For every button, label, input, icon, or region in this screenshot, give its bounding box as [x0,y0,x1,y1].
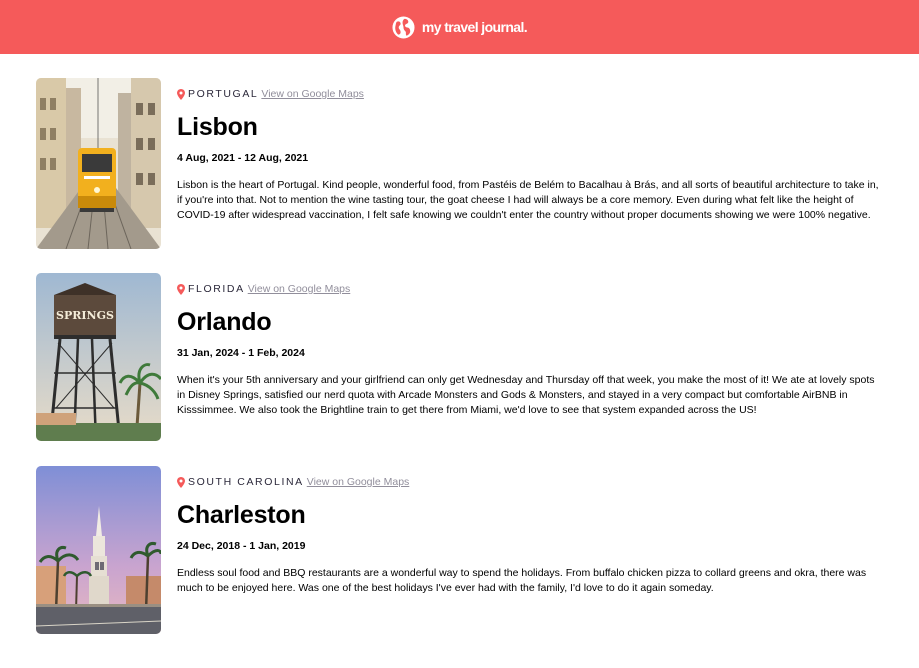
entry-description: When it's your 5th anniversary and your … [177,374,875,416]
trip-dates: 31 Jan, 2024 - 1 Feb, 2024 [177,347,305,359]
place-title: Lisbon [177,113,258,141]
brand: my travel journal. [392,15,528,39]
trip-dates: 4 Aug, 2021 - 12 Aug, 2021 [177,152,309,164]
country-label: SOUTH CAROLINA [188,476,304,488]
entry-info: FLORIDA View on Google Maps Orlando 31 J… [161,273,881,441]
entry-photo-orlando: SPRINGS [36,273,161,441]
journal-entry-orlando: SPRINGS FLORIDA View on Google Maps Orla… [36,273,919,441]
location-line: SOUTH CAROLINA View on Google Maps [177,474,881,490]
tower-sign: SPRINGS [56,309,114,322]
google-maps-link[interactable]: View on Google Maps [261,88,364,100]
location-pin-icon [177,283,185,295]
entry-info: SOUTH CAROLINA View on Google Maps Charl… [161,466,881,634]
journal-entry-charleston: SOUTH CAROLINA View on Google Maps Charl… [36,466,919,634]
google-maps-link[interactable]: View on Google Maps [248,283,351,295]
country-label: FLORIDA [188,283,245,295]
steeple-photo [36,466,161,634]
location-pin-icon [177,88,185,100]
trip-dates: 24 Dec, 2018 - 1 Jan, 2019 [177,540,306,552]
place-title: Charleston [177,501,306,529]
country-label: PORTUGAL [188,88,259,100]
google-maps-link[interactable]: View on Google Maps [307,476,410,488]
water-tower-photo: SPRINGS [36,273,161,441]
brand-title: my travel journal. [421,19,528,35]
app-header: my travel journal. [0,0,919,54]
entry-info: PORTUGAL View on Google Maps Lisbon 4 Au… [161,78,881,249]
entry-description: Lisbon is the heart of Portugal. Kind pe… [177,179,879,221]
tram-photo [36,78,161,249]
entry-description: Endless soul food and BBQ restaurants ar… [177,567,867,594]
place-title: Orlando [177,308,272,336]
journal-entries: PORTUGAL View on Google Maps Lisbon 4 Au… [0,54,919,634]
journal-entry-lisbon: PORTUGAL View on Google Maps Lisbon 4 Au… [36,78,919,249]
entry-photo-charleston [36,466,161,634]
entry-photo-lisbon [36,78,161,249]
location-line: PORTUGAL View on Google Maps [177,86,881,102]
location-pin-icon [177,476,185,488]
location-line: FLORIDA View on Google Maps [177,281,881,297]
globe-icon [392,15,415,39]
